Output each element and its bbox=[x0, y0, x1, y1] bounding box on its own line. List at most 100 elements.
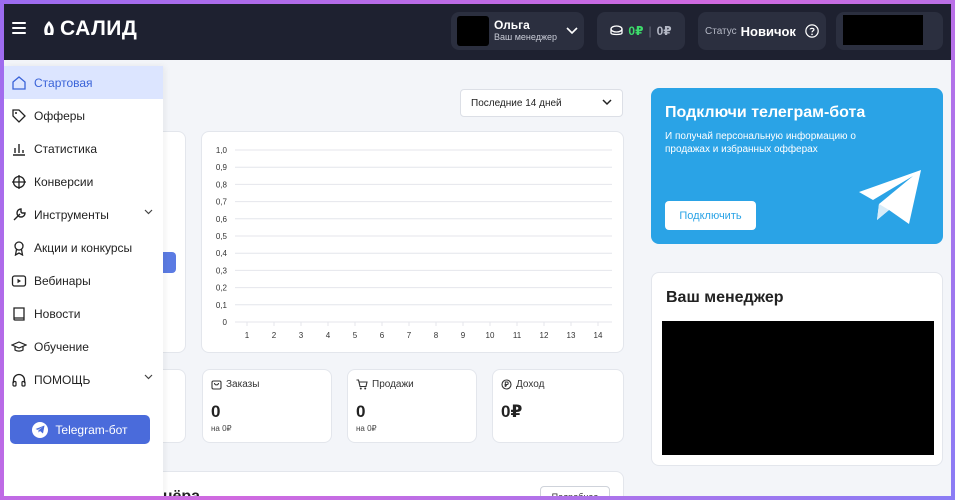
x-tick-label: 13 bbox=[567, 331, 576, 340]
manager-card: Ваш менеджер bbox=[651, 272, 943, 466]
balance-widget[interactable]: 0₽ | 0₽ bbox=[597, 12, 685, 50]
chevron-down-icon bbox=[602, 99, 612, 106]
app-frame: САЛИД Ольга Ваш менеджер 0₽ | 0₽ Статус … bbox=[4, 4, 951, 496]
stat-value: 0₽ bbox=[501, 402, 523, 421]
x-tick-label: 4 bbox=[326, 331, 331, 340]
stat-sub: на 0₽ bbox=[356, 424, 377, 433]
sidebar-item-help[interactable]: ПОМОЩЬ bbox=[4, 363, 163, 396]
status-label: Статус bbox=[705, 25, 737, 37]
menu-icon[interactable] bbox=[12, 22, 26, 34]
y-tick-label: 0,1 bbox=[216, 301, 228, 310]
balance-primary: 0₽ bbox=[628, 24, 644, 38]
stat-sub: на 0₽ bbox=[211, 424, 232, 433]
paper-plane-icon bbox=[859, 170, 921, 224]
y-tick-label: 0,7 bbox=[216, 198, 228, 207]
y-tick-label: 0,2 bbox=[216, 284, 228, 293]
y-tick-label: 0 bbox=[223, 318, 228, 327]
stats-chart: 1,0 0,9 0,8 0,7 0,6 0,5 0,4 0,3 0,2 0,1 0 1 2 3 4 5 6 7 8 9… bbox=[201, 131, 624, 353]
telegram-bot-button[interactable]: Telegram-бот bbox=[10, 415, 150, 444]
y-tick-label: 0,8 bbox=[216, 180, 228, 189]
telegram-bot-label: Telegram-бот bbox=[55, 422, 128, 437]
bag-icon bbox=[211, 380, 222, 390]
cart-icon bbox=[356, 379, 368, 390]
redacted-widget bbox=[836, 12, 943, 50]
x-tick-label: 1 bbox=[245, 331, 250, 340]
wrench-icon bbox=[10, 206, 28, 224]
sidebar-item-label: Офферы bbox=[34, 108, 86, 123]
logo-mark-icon bbox=[44, 21, 54, 35]
graduation-cap-icon bbox=[10, 338, 28, 356]
manager-card-title: Ваш менеджер bbox=[666, 289, 784, 306]
coin-icon bbox=[501, 379, 512, 390]
x-tick-label: 9 bbox=[461, 331, 466, 340]
sidebar-item-tools[interactable]: Инструменты bbox=[4, 198, 163, 231]
crosshair-icon bbox=[10, 173, 28, 191]
chart-canvas: 1,00,90,80,70,60,50,40,30,20,101 2 3 4 5 6 7 8 9… bbox=[216, 146, 612, 340]
sidebar-item-webinars[interactable]: Вебинары bbox=[4, 264, 163, 297]
wallet-icon bbox=[610, 25, 624, 36]
sidebar-item-news[interactable]: Новости bbox=[4, 297, 163, 330]
chevron-down-icon bbox=[144, 209, 153, 215]
status-value: Новичок bbox=[740, 23, 796, 39]
sidebar-item-label: Инструменты bbox=[34, 207, 109, 222]
sidebar-item-offers[interactable]: Офферы bbox=[4, 99, 163, 132]
stat-title: Заказы bbox=[226, 379, 260, 390]
home-icon bbox=[10, 74, 28, 92]
chevron-down-icon bbox=[566, 27, 578, 35]
more-button[interactable]: Подробнее bbox=[540, 486, 610, 496]
stat-value: 0 bbox=[356, 402, 366, 421]
sidebar-item-conversions[interactable]: Конверсии bbox=[4, 165, 163, 198]
book-icon bbox=[10, 305, 28, 323]
x-tick-label: 11 bbox=[513, 331, 522, 340]
y-tick-label: 1,0 bbox=[216, 146, 228, 155]
sidebar-item-label: Стартовая bbox=[34, 75, 93, 90]
sidebar-item-label: Статистика bbox=[34, 141, 98, 156]
period-value: Последние 14 дней bbox=[471, 97, 562, 109]
x-tick-label: 8 bbox=[434, 331, 439, 340]
redacted-block bbox=[843, 15, 923, 45]
y-tick-label: 0,4 bbox=[216, 249, 228, 258]
x-tick-label: 6 bbox=[380, 331, 385, 340]
user-name: Ольга bbox=[494, 18, 530, 33]
telegram-icon bbox=[32, 421, 49, 438]
headphones-icon bbox=[10, 371, 28, 389]
y-tick-label: 0,9 bbox=[216, 163, 228, 172]
help-icon[interactable] bbox=[805, 23, 819, 39]
sidebar-item-start[interactable]: Стартовая bbox=[4, 66, 163, 99]
stat-value: 0 bbox=[211, 402, 221, 421]
chevron-down-icon bbox=[144, 374, 153, 380]
x-tick-label: 10 bbox=[486, 331, 495, 340]
connect-button[interactable]: Подключить bbox=[665, 201, 756, 230]
sidebar-item-learning[interactable]: Обучение bbox=[4, 330, 163, 363]
balance-separator: | bbox=[648, 24, 652, 38]
logo[interactable]: САЛИД bbox=[40, 17, 137, 41]
x-tick-label: 2 bbox=[272, 331, 277, 340]
sidebar-item-label: Акции и конкурсы bbox=[34, 240, 133, 255]
bar-chart-icon bbox=[10, 140, 28, 158]
user-menu[interactable]: Ольга Ваш менеджер bbox=[451, 12, 584, 50]
top-bar: САЛИД Ольга Ваш менеджер 0₽ | 0₽ Статус … bbox=[4, 4, 951, 60]
x-tick-label: 7 bbox=[407, 331, 412, 340]
y-tick-label: 0,5 bbox=[216, 232, 228, 241]
manager-redacted-block bbox=[662, 321, 934, 455]
logo-text: САЛИД bbox=[60, 17, 138, 40]
sidebar-item-statistics[interactable]: Статистика bbox=[4, 132, 163, 165]
sidebar: Стартовая Офферы Статистика Конверсии Ин… bbox=[4, 66, 163, 496]
sidebar-item-label: Новости bbox=[34, 306, 81, 321]
award-icon bbox=[10, 239, 28, 257]
x-tick-label: 3 bbox=[299, 331, 304, 340]
period-select[interactable]: Последние 14 дней bbox=[460, 89, 623, 117]
telegram-promo-description: И получай персональную информацию о прод… bbox=[665, 131, 856, 155]
telegram-promo-card: Подключи телеграм-бота И получай персона… bbox=[651, 88, 943, 244]
y-tick-label: 0,3 bbox=[216, 266, 228, 275]
stat-title: Доход bbox=[516, 379, 545, 390]
user-role: Ваш менеджер bbox=[494, 31, 557, 42]
telegram-promo-title: Подключи телеграм-бота bbox=[665, 104, 866, 121]
x-tick-label: 12 bbox=[540, 331, 549, 340]
sidebar-item-label: Конверсии bbox=[34, 174, 94, 189]
sidebar-item-promotions[interactable]: Акции и конкурсы bbox=[4, 231, 163, 264]
sidebar-item-label: Вебинары bbox=[34, 273, 91, 288]
sidebar-item-label: ПОМОЩЬ bbox=[34, 372, 91, 387]
status-widget: Статус Новичок bbox=[698, 12, 826, 50]
avatar bbox=[457, 16, 489, 46]
